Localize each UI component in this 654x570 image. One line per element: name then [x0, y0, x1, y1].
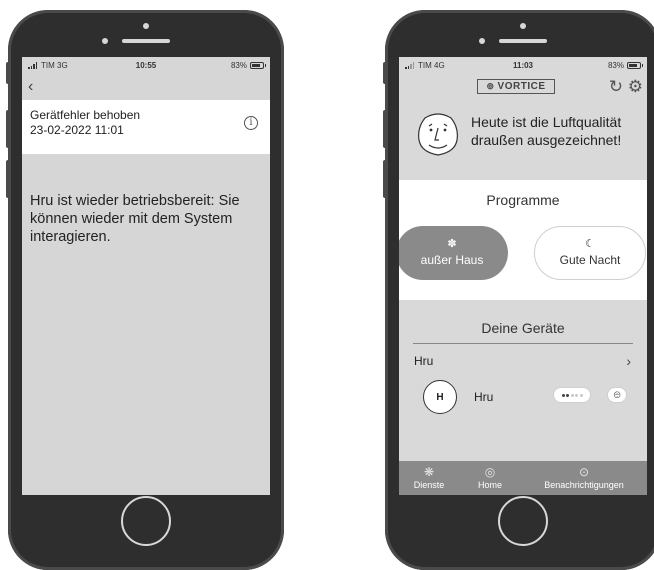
tab-notifications[interactable]: ⊙ Benachrichtigungen	[521, 461, 647, 495]
device-group-hru[interactable]: Hru ›	[399, 344, 647, 378]
mode-button[interactable]: ⨸	[607, 387, 627, 403]
volume-up-button	[383, 110, 387, 148]
earpiece-speaker	[499, 39, 547, 43]
happy-face-icon	[418, 113, 458, 156]
notification-header: Gerätfehler behoben 23-02-2022 11:01 i	[22, 100, 270, 154]
info-icon[interactable]: i	[244, 116, 258, 130]
notifications-icon: ⊙	[578, 465, 590, 479]
logo-mark-icon: ⊚	[486, 81, 495, 91]
signal-icon	[28, 62, 37, 69]
tab-bar: ❋ Dienste ◎ Home ⊙ Benachrichtigungen	[399, 461, 647, 495]
home-button[interactable]	[121, 496, 171, 546]
notification-date: 23-02-2022 11:01	[30, 123, 124, 137]
notification-body: Hru ist wieder betriebsbereit: Sie könne…	[30, 193, 240, 245]
home-button[interactable]	[498, 496, 548, 546]
signal-icon	[405, 62, 414, 69]
tab-notifications-label: Benachrichtigungen	[544, 480, 624, 490]
away-program-button[interactable]: ✽ außer Haus	[399, 226, 508, 280]
speed-dot	[566, 393, 569, 397]
phone-left: TIM 3G 10:55 83% ‹ Gerätfehler behoben 2…	[6, 10, 284, 570]
battery-percent: 83%	[230, 61, 247, 70]
volume-down-button	[6, 160, 10, 198]
status-bar: TIM 4G 11:03 83%	[399, 57, 647, 74]
carrier-info: TIM 4G	[405, 61, 445, 70]
speed-dot	[570, 393, 574, 397]
battery-icon	[250, 62, 266, 69]
air-quality-line2: draußen ausgezeichnet!	[471, 132, 622, 148]
tab-home[interactable]: ◎ Home	[459, 461, 521, 495]
programs-section: Programme ✽ außer Haus ☾ Gute Nacht	[399, 180, 647, 300]
carrier-label: TIM 3G	[41, 61, 68, 70]
services-icon: ❋	[423, 465, 435, 479]
mute-switch	[383, 62, 387, 84]
status-bar: TIM 3G 10:55 83%	[22, 57, 270, 74]
device-row: H Hru ⨸	[399, 378, 647, 426]
nav-bar: ‹	[22, 74, 270, 100]
earpiece-speaker	[122, 39, 170, 43]
back-chevron-icon[interactable]: ‹	[28, 79, 33, 95]
devices-title: Deine Geräte	[413, 300, 633, 344]
volume-up-button	[6, 110, 10, 148]
speed-indicator-button[interactable]	[553, 387, 591, 403]
battery-info: 83%	[607, 61, 643, 70]
good-night-program-button[interactable]: ☾ Gute Nacht	[534, 226, 646, 280]
tab-services[interactable]: ❋ Dienste	[399, 461, 459, 495]
carrier-label: TIM 4G	[418, 61, 445, 70]
app-header: ⊚ VORTICE ↻ ⚙	[399, 74, 647, 100]
moon-icon: ☾	[585, 238, 595, 250]
good-night-program-label: Gute Nacht	[559, 253, 621, 267]
speed-dot	[561, 393, 565, 397]
chevron-right-icon: ›	[626, 353, 631, 369]
tab-services-label: Dienste	[413, 480, 445, 490]
carrier-info: TIM 3G	[28, 61, 68, 70]
tab-home-label: Home	[477, 480, 502, 490]
front-sensor	[143, 23, 149, 29]
front-sensor	[520, 23, 526, 29]
volume-down-button	[383, 160, 387, 198]
battery-percent: 83%	[607, 61, 624, 70]
notification-detail-screen: TIM 3G 10:55 83% ‹ Gerätfehler behoben 2…	[22, 57, 270, 495]
gear-icon[interactable]: ⚙	[628, 78, 643, 95]
logo-text: VORTICE	[497, 81, 546, 92]
speed-dot	[579, 393, 583, 397]
fan-icon: ✽	[447, 238, 457, 250]
front-camera	[479, 38, 485, 44]
phone-right: TIM 4G 11:03 83% ⊚ VORTICE ↻ ⚙ Heute ist…	[383, 10, 654, 570]
battery-icon	[627, 62, 643, 69]
device-group-label: Hru	[414, 354, 434, 368]
refresh-icon[interactable]: ↻	[609, 78, 623, 95]
device-avatar[interactable]: H	[423, 380, 457, 414]
device-name: Hru	[474, 390, 494, 404]
airflow-icon: ⨸	[613, 389, 621, 400]
away-program-label: außer Haus	[420, 253, 484, 267]
mute-switch	[6, 62, 10, 84]
home-screen: TIM 4G 11:03 83% ⊚ VORTICE ↻ ⚙ Heute ist…	[399, 57, 647, 495]
air-quality-line1: Heute ist die Luftqualität	[471, 114, 622, 130]
home-target-icon: ◎	[484, 465, 496, 479]
battery-info: 83%	[230, 61, 266, 70]
front-camera	[102, 38, 108, 44]
programs-title: Programme	[486, 192, 560, 208]
air-quality-message: Heute ist die Luftqualität draußen ausge…	[471, 113, 621, 149]
speed-dot	[575, 393, 578, 397]
notification-title: Gerätfehler behoben	[30, 108, 141, 122]
air-quality-banner: Heute ist die Luftqualität draußen ausge…	[399, 100, 647, 180]
vortice-logo: ⊚ VORTICE	[477, 79, 555, 94]
